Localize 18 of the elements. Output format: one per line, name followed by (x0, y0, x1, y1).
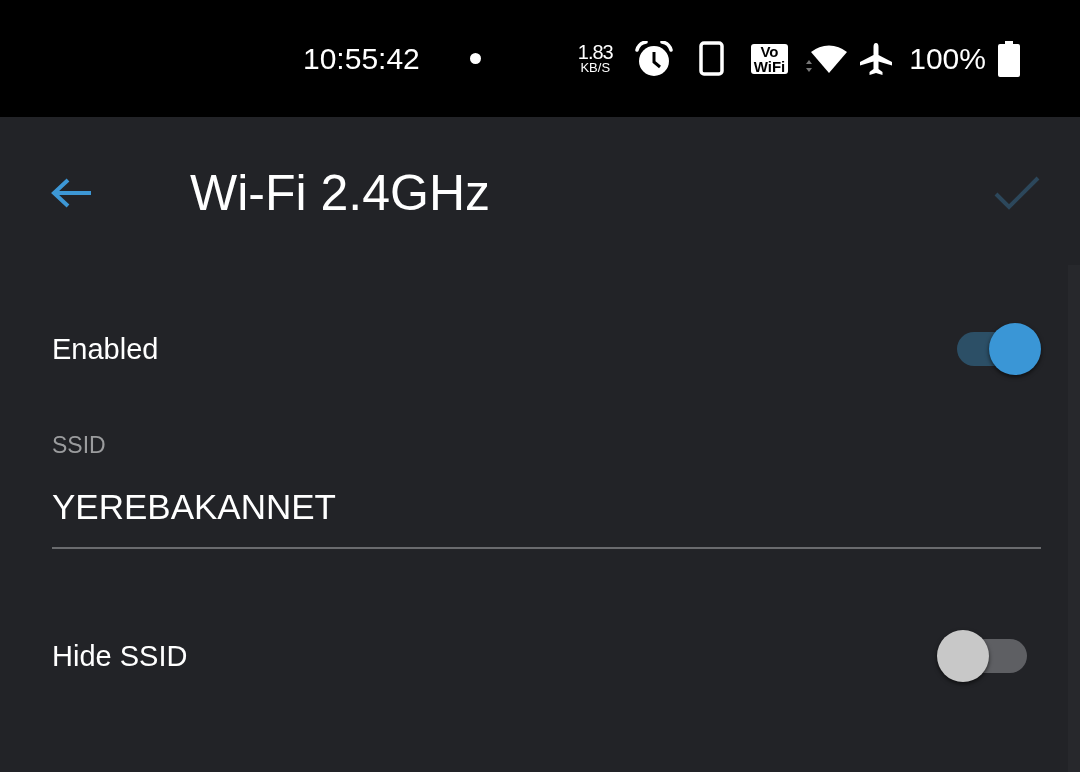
setting-label: Hide SSID (52, 641, 188, 671)
page-title: Wi-Fi 2.4GHz (190, 168, 490, 218)
battery-icon (997, 40, 1021, 77)
field-label: SSID (52, 431, 107, 459)
airplane-icon (859, 41, 894, 76)
checkmark-icon (994, 175, 1040, 211)
network-speed-unit: KB/S (580, 60, 611, 75)
vowifi-badge: Vo WiFi (750, 43, 789, 74)
battery-percent-text: 100% (909, 43, 986, 74)
network-speed-value: 1.83 (577, 42, 613, 61)
ssid-input-field[interactable]: YEREBAKANNET (52, 485, 1041, 549)
phone-icon (698, 41, 724, 76)
back-arrow-icon (50, 177, 92, 209)
back-button[interactable] (50, 177, 92, 209)
alarm-clock-icon (634, 40, 673, 77)
clock-text: 10:55:42 (303, 43, 420, 74)
wifi-icon (805, 42, 848, 75)
setting-label: Enabled (52, 334, 159, 364)
